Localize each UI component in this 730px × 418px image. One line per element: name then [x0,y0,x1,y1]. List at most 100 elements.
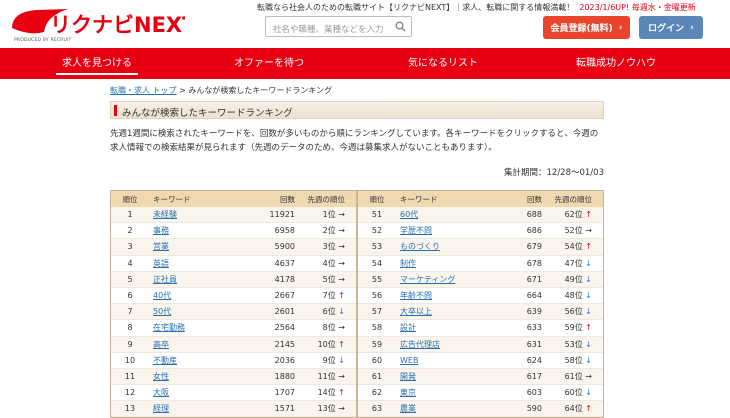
row-prev-rank: 56位 ↓ [542,306,598,317]
search-icon[interactable] [395,21,406,32]
keyword-link[interactable]: 制作 [400,259,416,268]
row-prev-rank: 54位 ↑ [542,241,598,252]
trend-arrow-icon: ↓ [585,258,592,268]
breadcrumb-link-top[interactable]: 転職・求人 トップ [110,86,177,95]
table-row: 51 60代 688 62位 ↑ [358,207,603,224]
prev-rank-value: 61位 [564,371,583,381]
row-rank: 6 [127,291,133,301]
keyword-link[interactable]: 設計 [400,323,416,332]
col-rank: 順位 [369,194,385,204]
trend-arrow-icon: → [338,371,345,381]
keyword-link[interactable]: 60代 [400,210,418,219]
keyword-link[interactable]: 東京 [400,388,416,397]
keyword-link[interactable]: 未経験 [153,210,177,219]
keyword-link[interactable]: 広告代理店 [400,340,440,349]
prev-rank-value: 52位 [564,226,583,236]
row-prev-rank: 62位 ↑ [542,209,598,220]
keyword-link[interactable]: ものづくり [400,242,440,251]
nav-favorites[interactable]: 気になるリスト [402,48,484,79]
keyword-link[interactable]: WEB [400,356,418,365]
row-rank: 51 [371,210,383,220]
table-body: 51 60代 688 62位 ↑ 52 学歴不問 686 52位 → 53 ものづくり 679 54位… [358,207,603,418]
register-button[interactable]: 会員登録(無料) › [543,16,630,39]
table-row: 62 東京 603 60位 ↓ [358,385,603,402]
ranking-table-left: 順位 キーワード 回数 先週の順位 1 未経験 11921 1位 → 2 事務 6958 2位… [110,190,357,418]
nav-wait-offers[interactable]: オファーを待つ [228,48,310,79]
keyword-link[interactable]: 開発 [400,372,416,381]
row-prev-rank: 13位 → [295,403,351,414]
trend-arrow-icon: ↓ [585,291,592,301]
keyword-link[interactable]: 50代 [153,307,171,316]
keyword-link[interactable]: 女性 [153,372,169,381]
breadcrumb: 転職・求人 トップ > みんなが検索したキーワードランキング [110,85,332,96]
keyword-link[interactable]: 在宅勤務 [153,323,185,332]
row-count: 671 [526,274,542,284]
row-count: 4178 [274,274,295,284]
row-count: 2564 [274,323,295,333]
row-rank: 7 [127,307,133,317]
keyword-link[interactable]: マーケティング [400,275,455,284]
prev-rank-value: 64位 [564,404,583,414]
row-rank: 9 [127,339,133,349]
row-prev-rank: 48位 ↓ [542,290,598,301]
row-prev-rank: 59位 ↑ [542,322,598,333]
search-input[interactable] [266,20,391,40]
row-rank: 11 [124,371,136,381]
row-keyword-cell: 営業 [149,241,249,252]
col-keyword: キーワード [153,194,191,204]
nav-knowhow[interactable]: 転職成功ノウハウ [570,48,662,79]
row-rank: 1 [127,210,133,220]
chevron-right-icon: › [690,22,694,33]
keyword-link[interactable]: 高卒 [153,340,169,349]
page-title: みんなが検索したキーワードランキング [122,108,293,119]
keyword-link[interactable]: 英語 [153,259,169,268]
row-keyword-cell: 事務 [149,225,249,236]
row-prev-rank: 6位 ↓ [295,306,351,317]
prev-rank-value: 58位 [564,355,583,365]
keyword-link[interactable]: 40代 [153,291,171,300]
prev-rank-value: 11位 [317,371,336,381]
table-row: 13 経理 1571 13位 → [111,401,356,418]
keyword-link[interactable]: 大阪 [153,388,169,397]
breadcrumb-current: みんなが検索したキーワードランキング [188,86,333,95]
rikunabi-logo[interactable]: リクナビNEXT [10,6,185,40]
login-button[interactable]: ログイン › [639,16,703,39]
row-prev-rank: 2位 → [295,225,351,236]
keyword-link[interactable]: 学歴不問 [400,226,432,235]
table-row: 57 大卒以上 639 56位 ↓ [358,304,603,321]
table-row: 5 正社員 4178 5位 → [111,271,356,288]
row-count: 624 [526,355,542,365]
row-keyword-cell: 制作 [396,258,496,269]
row-count: 2601 [274,307,295,317]
keyword-link[interactable]: 営業 [153,242,169,251]
prev-rank-value: 47位 [564,258,583,268]
row-count: 6958 [274,226,295,236]
trend-arrow-icon: ↓ [585,355,592,365]
trend-arrow-icon: → [338,242,345,252]
row-count: 11921 [269,210,295,220]
keyword-link[interactable]: 大卒以上 [400,307,432,316]
row-keyword-cell: 農業 [396,403,496,414]
row-keyword-cell: 50代 [149,306,249,317]
row-count: 2036 [274,355,295,365]
keyword-link[interactable]: 不動産 [153,356,177,365]
row-rank: 8 [127,323,133,333]
keyword-link[interactable]: 正社員 [153,275,177,284]
keyword-link[interactable]: 事務 [153,226,169,235]
trend-arrow-icon: ↓ [585,388,592,398]
row-count: 617 [526,371,542,381]
row-keyword-cell: 正社員 [149,274,249,285]
nav-find-jobs[interactable]: 求人を見つける [56,48,138,79]
table-header: 順位 キーワード 回数 先週の順位 [111,191,356,207]
row-count: 1880 [274,371,295,381]
prev-rank-value: 9位 [322,355,336,365]
keyword-link[interactable]: 農業 [400,404,416,413]
row-keyword-cell: ものづくり [396,241,496,252]
row-keyword-cell: 英語 [149,258,249,269]
row-keyword-cell: 60代 [396,209,496,220]
col-rank: 順位 [122,194,138,204]
table-row: 52 学歴不問 686 52位 → [358,223,603,240]
keyword-link[interactable]: 年齢不問 [400,291,432,300]
trend-arrow-icon: ↓ [585,307,592,317]
keyword-link[interactable]: 経理 [153,404,169,413]
